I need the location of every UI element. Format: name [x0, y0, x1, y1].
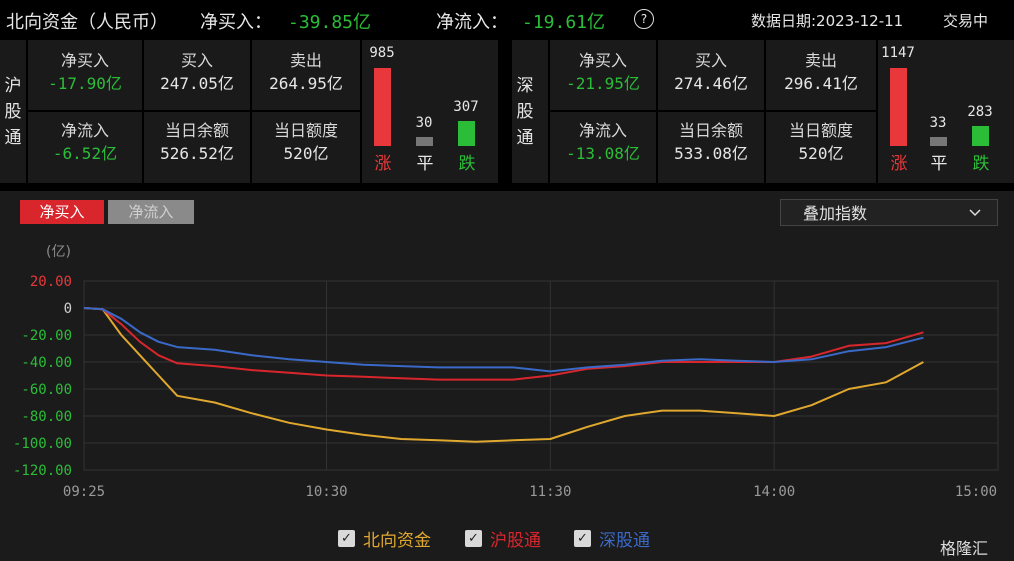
legend-north[interactable]: ✓ 北向资金	[338, 526, 431, 551]
y-tick-label: -120.00	[13, 463, 72, 479]
sh-flat-count: 30	[415, 115, 433, 131]
sh-down-count: 307	[453, 99, 479, 115]
sz-flat-count: 33	[929, 115, 947, 131]
sz-quota: 当日额度 520亿	[788, 121, 853, 163]
net-inflow-label: 净流入：	[436, 12, 508, 33]
help-icon[interactable]: ?	[634, 9, 654, 29]
sh-down-label: 跌	[458, 154, 476, 174]
tab-net-buy[interactable]: 净买入	[20, 200, 104, 224]
sh-connect-title: 沪股通	[0, 40, 26, 183]
sh-down-bar	[458, 121, 475, 146]
y-tick-label: -40.00	[21, 355, 72, 371]
y-tick-label: -80.00	[21, 409, 72, 425]
data-date: 数据日期:2023-12-11	[751, 12, 904, 30]
net-inflow-value: -19.61亿	[522, 12, 606, 33]
checkbox-sh[interactable]: ✓	[465, 530, 482, 547]
x-tick-label: 14:00	[753, 484, 795, 500]
sh-net-buy: 净买入 -17.90亿	[48, 51, 122, 93]
net-buy-label: 净买入：	[200, 12, 272, 33]
checkbox-north[interactable]: ✓	[338, 530, 355, 547]
legend-sh[interactable]: ✓ 沪股通	[465, 526, 541, 551]
y-tick-label: 20.00	[30, 274, 72, 290]
checkbox-sz[interactable]: ✓	[574, 530, 591, 547]
plot-frame	[83, 280, 999, 471]
sz-balance: 当日余额 533.08亿	[674, 121, 748, 163]
chart-area: 净买入 净流入 叠加指数 (亿) 20.00 0 -20.00 -40.00 -60.0…	[0, 191, 1014, 561]
sz-connect-panel: 深股通 净买入 -21.95亿 买入 274.46亿 卖出 296.41亿 净流入 -1…	[512, 40, 1014, 183]
tab-net-inflow[interactable]: 净流入	[108, 200, 194, 224]
sz-net-inflow: 净流入 -13.08亿	[566, 121, 640, 163]
trading-status: 交易中	[943, 12, 989, 30]
x-tick-label: 11:30	[529, 484, 571, 500]
y-tick-label: -60.00	[21, 382, 72, 398]
sh-up-label: 涨	[374, 154, 392, 174]
sh-quota: 当日额度 520亿	[273, 121, 338, 163]
sh-up-count: 985	[369, 45, 395, 61]
sz-up-bar	[890, 68, 907, 146]
overlay-index-label: 叠加指数	[803, 204, 868, 223]
y-tick-label: 0	[64, 301, 72, 317]
sh-connect-panel: 沪股通 净买入 -17.90亿 买入 247.05亿 卖出 264.95亿 净流入 -6…	[0, 40, 498, 183]
sz-flat-label: 平	[930, 154, 948, 174]
x-tick-label: 15:00	[955, 484, 997, 500]
sh-flat-bar	[416, 137, 433, 146]
sz-buy: 买入 274.46亿	[674, 51, 748, 93]
page-title: 北向资金（人民币）	[6, 12, 168, 33]
sz-flat-bar	[930, 137, 947, 146]
sz-down-bar	[972, 126, 989, 146]
top-bar: 北向资金（人民币） 净买入： -39.85亿 净流入： -19.61亿 ? 数据…	[0, 0, 1014, 40]
sz-net-buy: 净买入 -21.95亿	[566, 51, 640, 93]
chevron-down-icon	[969, 209, 981, 217]
watermark-logo: 格隆汇	[940, 539, 989, 558]
sz-up-count: 1147	[881, 45, 915, 61]
sh-buy: 买入 247.05亿	[160, 51, 234, 93]
sz-up-label: 涨	[890, 154, 908, 174]
sh-up-bar	[374, 68, 391, 146]
x-tick-label: 09:25	[63, 484, 105, 500]
sz-down-label: 跌	[972, 154, 990, 174]
legend-sz[interactable]: ✓ 深股通	[574, 526, 650, 551]
x-tick-label: 10:30	[305, 484, 347, 500]
overlay-index-select[interactable]: 叠加指数	[780, 199, 998, 226]
sh-flat-label: 平	[416, 154, 434, 174]
sh-sell: 卖出 264.95亿	[269, 51, 343, 93]
net-buy-value: -39.85亿	[288, 12, 372, 33]
line-chart: (亿) 20.00 0 -20.00 -40.00 -60.00 -80.00 -100.0…	[13, 244, 999, 500]
y-unit-label: (亿)	[46, 244, 71, 260]
sz-connect-title: 深股通	[512, 40, 538, 183]
sh-series-line	[83, 307, 924, 381]
y-tick-label: -20.00	[21, 328, 72, 344]
y-tick-label: -100.00	[13, 436, 72, 452]
sz-sell: 卖出 296.41亿	[784, 51, 858, 93]
north-series-line	[83, 307, 924, 443]
sz-down-count: 283	[967, 104, 993, 120]
sh-net-inflow: 净流入 -6.52亿	[52, 121, 118, 163]
sh-balance: 当日余额 526.52亿	[160, 121, 234, 163]
